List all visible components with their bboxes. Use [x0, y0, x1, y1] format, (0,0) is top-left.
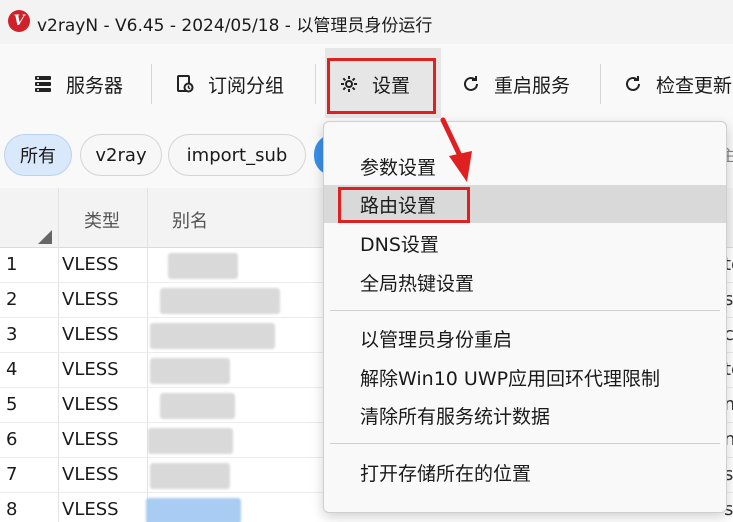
row-type: VLESS	[62, 464, 119, 485]
subscription-label: 订阅分组	[208, 74, 285, 97]
window-title: v2rayN - V6.45 - 2024/05/18 - 以管理员身份运行	[37, 16, 433, 36]
menu-item-open-storage-location[interactable]: 打开存储所在的位置	[324, 453, 726, 491]
redacted-alias	[150, 323, 275, 349]
app-window: V v2rayN - V6.45 - 2024/05/18 - 以管理员身份运行…	[0, 0, 733, 522]
refresh-icon	[622, 73, 644, 95]
v2rayn-logo-icon: V	[8, 10, 30, 32]
row-type: VLESS	[62, 429, 119, 450]
row-index: 2	[6, 289, 18, 310]
row-type: VLESS	[62, 394, 119, 415]
redacted-alias	[150, 463, 230, 489]
menu-divider	[330, 443, 720, 444]
menu-item-restart-as-admin[interactable]: 以管理员身份重启	[324, 319, 726, 357]
redacted-alias	[168, 253, 238, 279]
row-index: 4	[6, 359, 18, 380]
refresh-icon	[460, 73, 482, 95]
sort-corner-icon[interactable]	[38, 230, 52, 244]
row-type: VLESS	[62, 289, 119, 310]
subscription-button[interactable]: 订阅分组	[174, 66, 284, 102]
settings-highlight-box	[327, 58, 436, 114]
settings-menu: 参数设置 路由设置 DNS设置 全局热键设置 以管理员身份重启 解除Win10 …	[323, 121, 727, 513]
filter-chip-import-sub[interactable]: import_sub	[168, 134, 306, 176]
check-update-label: 检查更新	[656, 74, 733, 97]
restart-service-label: 重启服务	[494, 74, 571, 97]
menu-item-hotkey-settings[interactable]: 全局热键设置	[324, 263, 726, 301]
title-bar: V v2rayN - V6.45 - 2024/05/18 - 以管理员身份运行	[0, 0, 733, 44]
toolbar-divider	[600, 64, 601, 104]
row-type: VLESS	[62, 359, 119, 380]
menu-item-uwp-loopback[interactable]: 解除Win10 UWP应用回环代理限制	[324, 358, 726, 396]
row-index: 5	[6, 394, 18, 415]
row-type: VLESS	[62, 254, 119, 275]
redacted-alias	[160, 288, 280, 314]
redacted-alias	[148, 428, 233, 454]
subscription-icon	[174, 73, 196, 95]
column-header-type[interactable]: 类型	[84, 207, 120, 233]
servers-button[interactable]: 服务器	[32, 66, 123, 102]
routing-highlight-box	[338, 187, 470, 223]
servers-label: 服务器	[66, 74, 124, 97]
menu-divider	[330, 310, 720, 311]
row-index: 6	[6, 429, 18, 450]
redacted-alias	[146, 498, 241, 522]
check-update-button[interactable]: 检查更新	[622, 66, 732, 102]
row-index: 7	[6, 464, 18, 485]
filter-chip-v2ray[interactable]: v2ray	[80, 134, 162, 176]
row-type: VLESS	[62, 324, 119, 345]
menu-item-parameter-settings[interactable]: 参数设置	[324, 147, 726, 185]
menu-item-clear-stats[interactable]: 清除所有服务统计数据	[324, 396, 726, 434]
toolbar-divider	[315, 64, 316, 104]
filter-chip-all[interactable]: 所有	[4, 134, 72, 176]
row-index: 8	[6, 499, 18, 520]
row-index: 1	[6, 254, 18, 275]
row-index: 3	[6, 324, 18, 345]
toolbar-divider	[151, 64, 152, 104]
redacted-alias	[160, 393, 235, 419]
server-icon	[32, 73, 54, 95]
menu-item-dns-settings[interactable]: DNS设置	[324, 224, 726, 262]
redacted-alias	[150, 358, 230, 384]
row-type: VLESS	[62, 499, 119, 520]
restart-service-button[interactable]: 重启服务	[460, 66, 570, 102]
column-header-alias[interactable]: 别名	[172, 207, 208, 233]
